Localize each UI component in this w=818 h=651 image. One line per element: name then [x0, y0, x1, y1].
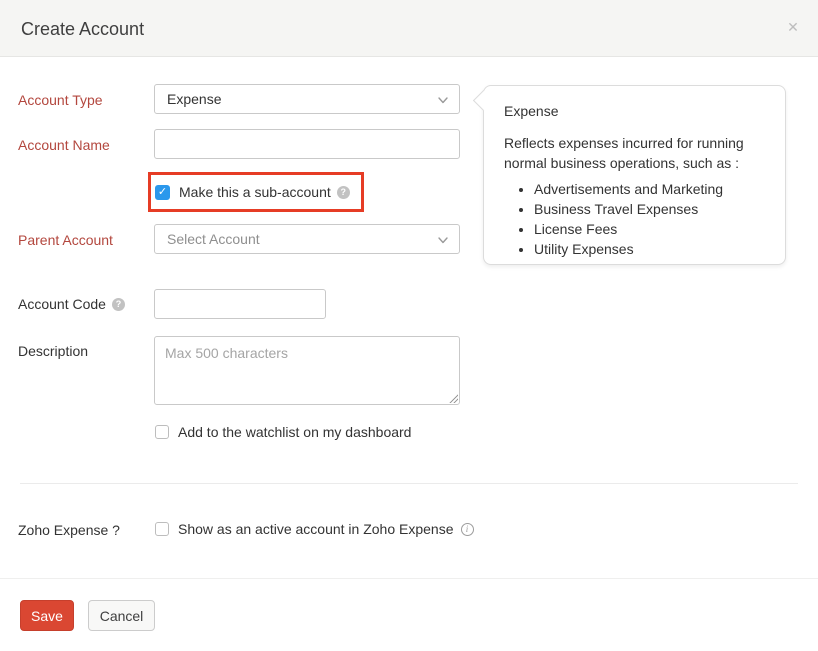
list-item: Advertisements and Marketing — [534, 179, 767, 199]
description-textarea[interactable] — [154, 336, 460, 405]
close-icon[interactable]: ✕ — [784, 18, 802, 36]
description-label: Description — [18, 343, 88, 359]
list-item: License Fees — [534, 219, 767, 239]
account-type-label: Account Type — [18, 92, 103, 108]
sub-account-label: Make this a sub-account — [179, 184, 331, 200]
account-type-help-panel: Expense Reflects expenses incurred for r… — [483, 85, 786, 265]
list-item: Business Travel Expenses — [534, 199, 767, 219]
account-type-select[interactable]: Expense — [154, 84, 460, 114]
zoho-expense-checkbox[interactable] — [155, 522, 169, 536]
parent-account-select[interactable]: Select Account — [154, 224, 460, 254]
chevron-down-icon — [437, 94, 449, 106]
chevron-down-icon — [437, 234, 449, 246]
sub-account-row: ✓ Make this a sub-account ? — [155, 184, 350, 200]
help-icon[interactable]: ? — [112, 298, 125, 311]
tooltip-description: Reflects expenses incurred for running n… — [504, 133, 766, 173]
check-icon: ✓ — [158, 187, 167, 198]
account-code-input[interactable] — [154, 289, 326, 319]
info-icon[interactable]: i — [461, 523, 474, 536]
zoho-expense-checkbox-label: Show as an active account in Zoho Expens… — [178, 521, 454, 537]
help-icon[interactable]: ? — [337, 186, 350, 199]
footer-divider — [0, 578, 818, 579]
watchlist-checkbox[interactable] — [155, 425, 169, 439]
account-code-label-row: Account Code ? — [18, 296, 125, 312]
account-type-value: Expense — [167, 91, 221, 107]
cancel-button[interactable]: Cancel — [88, 600, 155, 631]
tooltip-title: Expense — [504, 103, 767, 119]
dialog-header: Create Account ✕ — [0, 0, 818, 57]
tooltip-arrow — [473, 90, 494, 111]
account-name-label: Account Name — [18, 137, 110, 153]
zoho-expense-label: Zoho Expense ? — [18, 522, 120, 538]
watchlist-label: Add to the watchlist on my dashboard — [178, 424, 411, 440]
zoho-expense-row: Show as an active account in Zoho Expens… — [155, 521, 474, 537]
create-account-dialog: Create Account ✕ Account Type Expense Ac… — [0, 0, 818, 651]
page-title: Create Account — [21, 19, 144, 40]
tooltip-example-list: Advertisements and Marketing Business Tr… — [534, 179, 767, 259]
parent-account-label: Parent Account — [18, 232, 113, 248]
save-button[interactable]: Save — [20, 600, 74, 631]
sub-account-checkbox[interactable]: ✓ — [155, 185, 170, 200]
account-code-label: Account Code — [18, 296, 106, 312]
account-name-input[interactable] — [154, 129, 460, 159]
section-divider — [20, 483, 798, 484]
list-item: Utility Expenses — [534, 239, 767, 259]
parent-account-placeholder: Select Account — [167, 231, 260, 247]
watchlist-row: Add to the watchlist on my dashboard — [155, 424, 411, 440]
